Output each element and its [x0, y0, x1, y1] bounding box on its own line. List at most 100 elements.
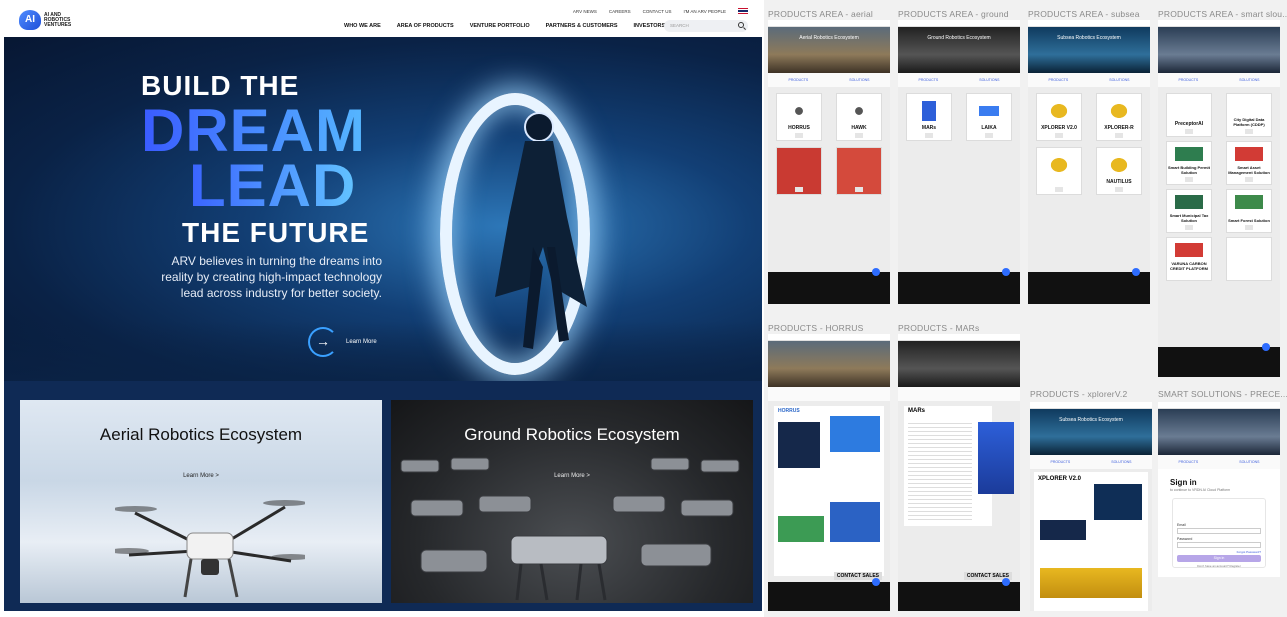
label-aerial: PRODUCTS AREA - aerial [768, 9, 874, 19]
thumb-tab-products[interactable]: PRODUCTS [1179, 460, 1199, 464]
tile-mars[interactable]: MARs [906, 93, 952, 141]
tile-xplorer-v2[interactable]: XPLORER V2.0 [1036, 93, 1082, 141]
thumb-tab-solutions[interactable]: SOLUTIONS [1109, 78, 1129, 82]
tile-button[interactable] [1245, 177, 1253, 182]
nav-area-of-products[interactable]: AREA OF PRODUCTS [397, 23, 454, 29]
tile-municipal-tax[interactable]: Smart Municipal Tax Solution [1166, 189, 1212, 233]
tile-horrus[interactable]: HORRUS [776, 93, 822, 141]
tile-cddp[interactable]: City Digital Data Platform (CDDP) [1226, 93, 1272, 137]
thumb-tab-products[interactable]: PRODUCTS [919, 78, 939, 82]
thumb-nav [898, 334, 1020, 341]
tile-button[interactable] [855, 187, 863, 192]
thumb-banner: Subsea Robotics Ecosystem [1030, 409, 1152, 455]
nav-investors[interactable]: INVESTORS [634, 23, 666, 29]
tile-button[interactable] [795, 133, 803, 138]
aerial-ecosystem-card[interactable]: Aerial Robotics Ecosystem Learn More > [20, 400, 382, 603]
tile-button[interactable] [855, 133, 863, 138]
tile-button[interactable] [1245, 129, 1253, 134]
thumb-banner: Subsea Robotics Ecosystem [1028, 27, 1150, 73]
tile-button[interactable] [1185, 129, 1193, 134]
thumb-tab-products[interactable]: PRODUCTS [1049, 78, 1069, 82]
label-mars: PRODUCTS - MARs [898, 323, 980, 333]
thumb-xplorer-detail[interactable]: Subsea Robotics Ecosystem PRODUCTS SOLUT… [1030, 402, 1152, 611]
tile-button[interactable] [1115, 133, 1123, 138]
tile-asset-management[interactable]: Smart Asset Management Solution [1226, 141, 1272, 185]
tile-preceptor[interactable]: PreceptorAI [1166, 93, 1212, 137]
thumb-smart-solutions[interactable]: PRODUCTS SOLUTIONS PreceptorAI City Digi… [1158, 20, 1280, 377]
arrow-circle-icon [308, 327, 338, 357]
search-icon[interactable] [738, 22, 744, 28]
chat-icon[interactable] [1002, 578, 1010, 586]
thumb-nav [1028, 20, 1150, 27]
tile-button[interactable] [1185, 177, 1193, 182]
chat-icon[interactable] [872, 268, 880, 276]
ground-ecosystem-card[interactable]: Ground Robotics Ecosystem Learn More > [391, 400, 753, 603]
tile-button[interactable] [1245, 225, 1253, 230]
utility-link-contact[interactable]: CONTACT US [643, 9, 672, 14]
tile-button[interactable] [795, 187, 803, 192]
thumb-tab-solutions[interactable]: SOLUTIONS [1239, 78, 1259, 82]
tile-name: XPLORER-R [1104, 125, 1134, 131]
chat-icon[interactable] [1132, 268, 1140, 276]
password-field[interactable] [1177, 542, 1261, 548]
tile-red-1[interactable] [776, 147, 822, 195]
thumb-preceptor-signin[interactable]: PRODUCTS SOLUTIONS Sign in to continue t… [1158, 402, 1280, 577]
tile-gateway[interactable] [1036, 147, 1082, 195]
tile-nautilus[interactable]: NAUTILUS [1096, 147, 1142, 195]
utility-link-people[interactable]: I'M AN ARV PEOPLE [683, 9, 726, 14]
nav-venture-portfolio[interactable]: VENTURE PORTFOLIO [470, 23, 530, 29]
thumb-ground-products[interactable]: Ground Robotics Ecosystem PRODUCTS SOLUT… [898, 20, 1020, 304]
tile-building-permit[interactable]: Smart Building Permit Solution [1166, 141, 1212, 185]
forgot-password-link[interactable]: Forgot Password? [1237, 550, 1261, 554]
thumb-horrus-detail[interactable]: HORRUS CONTACT SALES [768, 334, 890, 611]
thumb-tabs: PRODUCTS SOLUTIONS [1028, 73, 1150, 87]
hero-learn-more-button[interactable]: Learn More [308, 327, 377, 357]
signin-card: Email Password Forgot Password? Sign in … [1172, 498, 1266, 568]
tile-forest[interactable]: Smart Forest Solution [1226, 189, 1272, 233]
nav-who-we-are[interactable]: WHO WE ARE [344, 23, 381, 29]
chat-icon[interactable] [872, 578, 880, 586]
tile-laika[interactable]: LAIKA [966, 93, 1012, 141]
thumb-tab-products[interactable]: PRODUCTS [789, 78, 809, 82]
logo-text: AI AND ROBOTICS VENTURES [44, 11, 72, 28]
thumb-tab-products[interactable]: PRODUCTS [1179, 78, 1199, 82]
utility-link-careers[interactable]: CAREERS [609, 9, 631, 14]
thumb-tab-solutions[interactable]: SOLUTIONS [849, 78, 869, 82]
thumb-subsea-products[interactable]: Subsea Robotics Ecosystem PRODUCTS SOLUT… [1028, 20, 1150, 304]
thumb-footer [898, 578, 1020, 611]
thumb-tab-products[interactable]: PRODUCTS [1051, 460, 1071, 464]
tile-button[interactable] [985, 133, 993, 138]
thumb-grid: HORRUS HAWK [768, 87, 890, 201]
aerial-learn-more-link[interactable]: Learn More > [20, 473, 382, 479]
tile-red-2[interactable] [836, 147, 882, 195]
email-field[interactable] [1177, 528, 1261, 534]
rov-icon [1045, 153, 1073, 177]
register-link[interactable]: Don't have an account? Register [1173, 564, 1265, 568]
chat-icon[interactable] [1002, 268, 1010, 276]
utility-link-news[interactable]: ARV NEWS [573, 9, 597, 14]
tile-hawk[interactable]: HAWK [836, 93, 882, 141]
tile-name: Smart Municipal Tax Solution [1169, 213, 1209, 223]
signin-subtitle: to continue to VRDN AI Cloud Platform [1170, 488, 1231, 492]
thumb-footer [1028, 268, 1150, 304]
signin-button[interactable]: Sign in [1177, 555, 1261, 562]
thai-flag-icon[interactable] [738, 8, 748, 14]
search-input[interactable]: SEARCH [664, 20, 748, 32]
tile-button[interactable] [1055, 187, 1063, 192]
tile-varuna[interactable]: VARUNA CARBON CREDIT PLATFORM [1166, 237, 1212, 281]
tile-xplorer-r[interactable]: XPLORER-R [1096, 93, 1142, 141]
thumb-tab-solutions[interactable]: SOLUTIONS [979, 78, 999, 82]
rov-photo [1094, 484, 1142, 520]
nav-partners-customers[interactable]: PARTNERS & CUSTOMERS [546, 23, 618, 29]
tile-button[interactable] [925, 133, 933, 138]
tile-button[interactable] [1115, 187, 1123, 192]
thumb-mars-detail[interactable]: MARs CONTACT SALES [898, 334, 1020, 611]
thumb-tab-solutions[interactable]: SOLUTIONS [1239, 460, 1259, 464]
thumb-aerial-products[interactable]: Aerial Robotics Ecosystem PRODUCTS SOLUT… [768, 20, 890, 304]
tile-button[interactable] [1185, 225, 1193, 230]
search-placeholder: SEARCH [670, 23, 689, 28]
arv-logo[interactable]: AI AI AND ROBOTICS VENTURES [19, 10, 84, 30]
chat-icon[interactable] [1262, 343, 1270, 351]
thumb-tab-solutions[interactable]: SOLUTIONS [1111, 460, 1131, 464]
tile-button[interactable] [1055, 133, 1063, 138]
